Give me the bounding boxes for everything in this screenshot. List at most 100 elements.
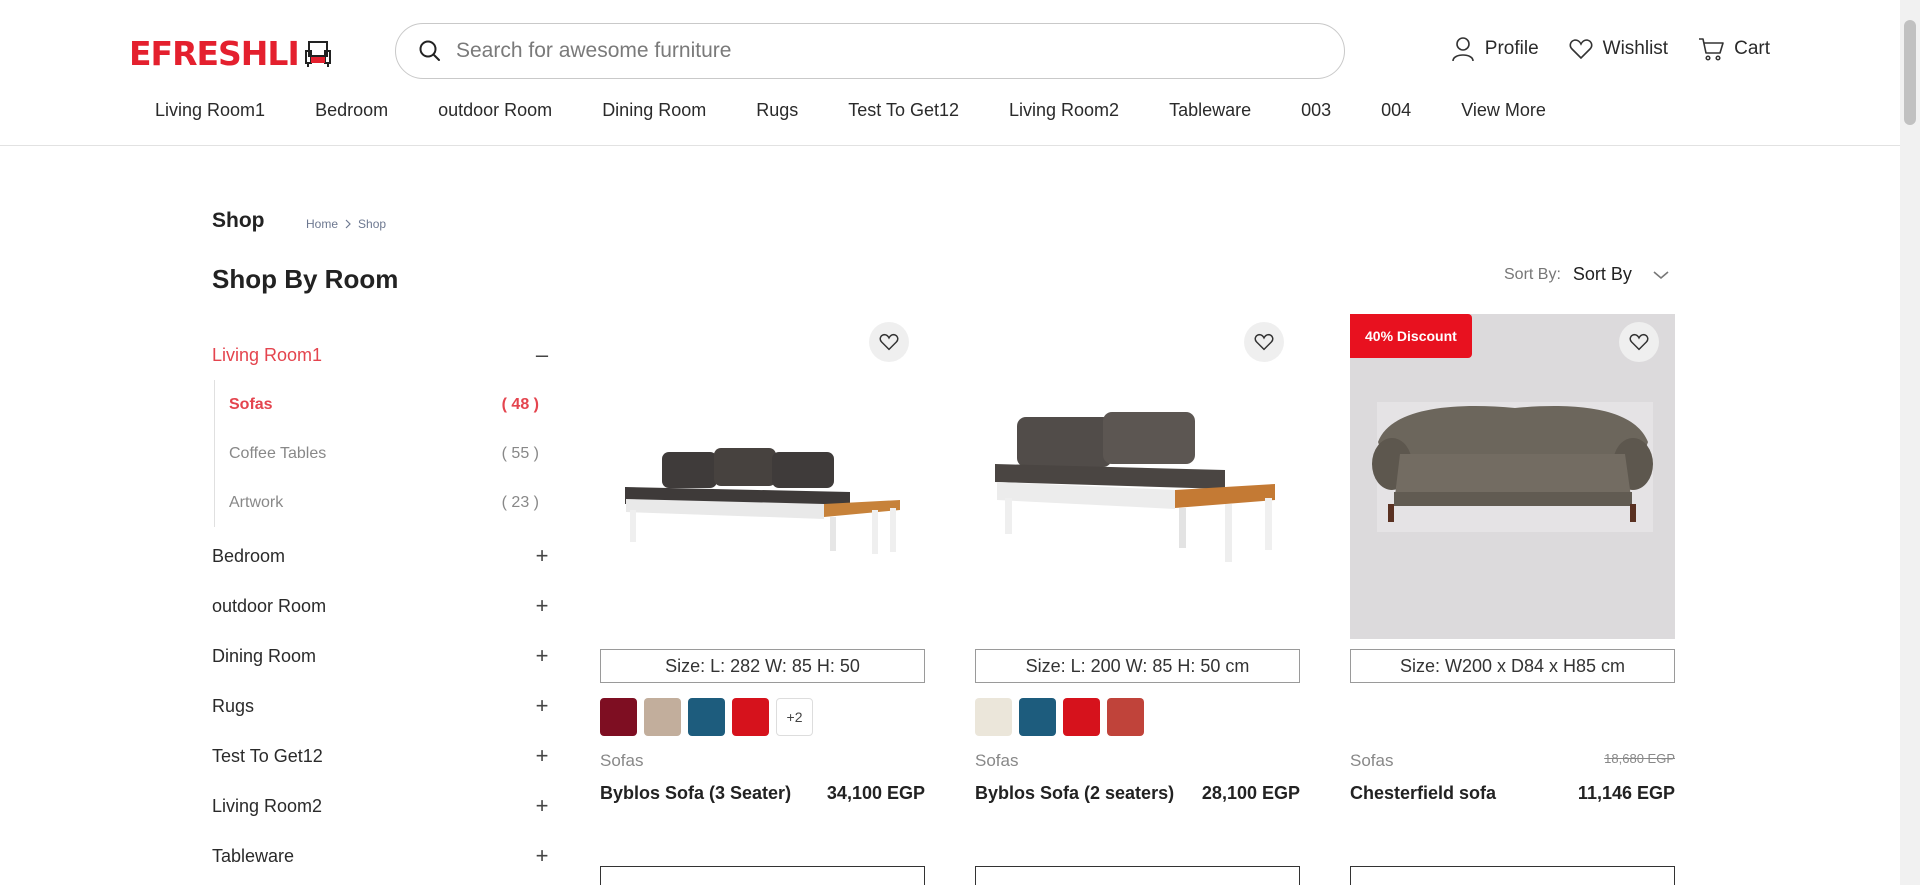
product-name[interactable]: Chesterfield sofa: [1350, 783, 1496, 804]
subcategory-artwork[interactable]: Artwork ( 23 ): [229, 478, 539, 527]
nav-category[interactable]: Dining Room: [602, 100, 706, 121]
subcategory-sofas[interactable]: Sofas ( 48 ): [229, 380, 539, 429]
sidebar-room-dining-room[interactable]: Dining Room +: [212, 631, 552, 681]
nav-category[interactable]: Tableware: [1169, 100, 1251, 121]
color-swatch[interactable]: [975, 698, 1012, 736]
wishlist-link[interactable]: Wishlist: [1569, 38, 1668, 60]
expand-toggle[interactable]: +: [532, 793, 552, 819]
sidebar-room-test-to-get12[interactable]: Test To Get12 +: [212, 731, 552, 781]
nav-category[interactable]: 003: [1301, 100, 1331, 121]
product-image[interactable]: [600, 314, 925, 639]
color-swatch[interactable]: [1019, 698, 1056, 736]
sidebar-room-rugs[interactable]: Rugs +: [212, 681, 552, 731]
product-size: Size: L: 200 W: 85 H: 50 cm: [975, 649, 1300, 683]
product-price: 11,146 EGP: [1577, 783, 1675, 803]
color-swatches: [1350, 698, 1675, 738]
color-swatch[interactable]: [1107, 698, 1144, 736]
sidebar-heading: Shop By Room: [212, 264, 399, 294]
room-filter-sidebar: Living Room1 – Sofas ( 48 ) Coffee Table…: [212, 330, 552, 881]
product-price: 34,100 EGP: [826, 783, 925, 803]
heart-icon: [1254, 333, 1274, 351]
subcategory-label: Artwork: [229, 493, 284, 511]
expand-toggle[interactable]: +: [532, 643, 552, 669]
product-card[interactable]: [1350, 866, 1675, 885]
product-image[interactable]: [975, 314, 1300, 639]
profile-link[interactable]: Profile: [1451, 36, 1539, 62]
more-swatches-button[interactable]: +2: [776, 698, 813, 736]
breadcrumb-home[interactable]: Home: [306, 217, 338, 231]
heart-icon: [1569, 39, 1593, 60]
product-info: Chesterfield sofa 11,146 EGP: [1350, 783, 1675, 804]
expand-toggle[interactable]: +: [532, 743, 552, 769]
subcategory-label: Sofas: [229, 395, 273, 413]
site-logo[interactable]: EFRESHLI: [129, 34, 333, 73]
breadcrumb: Home Shop: [306, 217, 386, 231]
color-swatches: [975, 698, 1300, 738]
color-swatch[interactable]: [1063, 698, 1100, 736]
wishlist-toggle[interactable]: [869, 322, 909, 362]
wishlist-toggle[interactable]: [1619, 322, 1659, 362]
site-header: EFRESHLI Profile: [0, 0, 1920, 146]
sidebar-room-bedroom[interactable]: Bedroom +: [212, 531, 552, 581]
sort-select[interactable]: Sort By: [1573, 264, 1632, 285]
nav-category[interactable]: Living Room2: [1009, 100, 1119, 121]
product-name[interactable]: Byblos Sofa (2 seaters): [975, 783, 1174, 804]
nav-category[interactable]: Bedroom: [315, 100, 388, 121]
sofa-3-seater-image: [625, 448, 900, 554]
product-category: Sofas: [600, 751, 644, 770]
nav-category[interactable]: Living Room1: [155, 100, 265, 121]
search-bar[interactable]: [395, 23, 1345, 79]
scrollbar[interactable]: [1900, 0, 1920, 885]
cart-icon: [1699, 38, 1724, 61]
category-text: Sofas: [1350, 751, 1394, 770]
subcategory-coffee-tables[interactable]: Coffee Tables ( 55 ): [229, 429, 539, 478]
logo-text: EFRESHLI: [129, 34, 300, 73]
wishlist-label: Wishlist: [1602, 38, 1669, 59]
page: EFRESHLI Profile: [0, 0, 1920, 885]
sort-control[interactable]: Sort By: Sort By: [1504, 264, 1670, 285]
breadcrumb-current: Shop: [358, 217, 387, 231]
view-more-link[interactable]: View More: [1461, 100, 1546, 121]
expand-toggle[interactable]: +: [532, 693, 552, 719]
subcategory-list: Sofas ( 48 ) Coffee Tables ( 55 ) Artwor…: [214, 380, 552, 527]
wishlist-toggle[interactable]: [1244, 322, 1284, 362]
product-category: Sofas 18,680 EGP: [1350, 751, 1675, 771]
collapse-toggle[interactable]: –: [532, 342, 552, 368]
cart-label: Cart: [1734, 38, 1770, 59]
sidebar-room-living-room1[interactable]: Living Room1 –: [212, 330, 552, 380]
expand-toggle[interactable]: +: [532, 843, 552, 869]
nav-category[interactable]: Test To Get12: [848, 100, 959, 121]
product-card[interactable]: Size: L: 200 W: 85 H: 50 cm Sofas Byblos…: [975, 314, 1300, 804]
scrollbar-thumb[interactable]: [1904, 20, 1916, 125]
next-product-row: [600, 866, 1675, 885]
nav-category[interactable]: Rugs: [756, 100, 798, 121]
product-card[interactable]: [600, 866, 925, 885]
color-swatch[interactable]: [732, 698, 769, 736]
product-price: 28,100 EGP: [1201, 783, 1300, 803]
product-name[interactable]: Byblos Sofa (3 Seater): [600, 783, 791, 804]
expand-toggle[interactable]: +: [532, 593, 552, 619]
room-label: Living Room2: [212, 795, 323, 816]
nav-category[interactable]: 004: [1381, 100, 1411, 121]
product-image[interactable]: 40% Discount: [1350, 314, 1675, 639]
product-card[interactable]: Size: L: 282 W: 85 H: 50 +2 Sofas Byblos…: [600, 314, 925, 804]
color-swatch[interactable]: [600, 698, 637, 736]
search-input[interactable]: [456, 39, 1256, 63]
sidebar-room-outdoor-room[interactable]: outdoor Room +: [212, 581, 552, 631]
cart-link[interactable]: Cart: [1698, 37, 1770, 61]
nav-category[interactable]: outdoor Room: [438, 100, 552, 121]
sort-label: Sort By:: [1504, 265, 1561, 283]
product-card[interactable]: 40% Discount Size: W200 x D84 x H85 cm S…: [1350, 314, 1675, 804]
subcategory-label: Coffee Tables: [229, 444, 327, 462]
room-label: Living Room1: [212, 344, 323, 365]
product-grid: Size: L: 282 W: 85 H: 50 +2 Sofas Byblos…: [600, 314, 1675, 804]
original-price: 18,680 EGP: [1604, 751, 1675, 766]
color-swatch[interactable]: [644, 698, 681, 736]
product-card[interactable]: [975, 866, 1300, 885]
sidebar-room-living-room2[interactable]: Living Room2 +: [212, 781, 552, 831]
profile-label: Profile: [1484, 38, 1539, 59]
room-label: Bedroom: [212, 545, 286, 566]
sidebar-room-tableware[interactable]: Tableware +: [212, 831, 552, 881]
color-swatch[interactable]: [688, 698, 725, 736]
expand-toggle[interactable]: +: [532, 543, 552, 569]
